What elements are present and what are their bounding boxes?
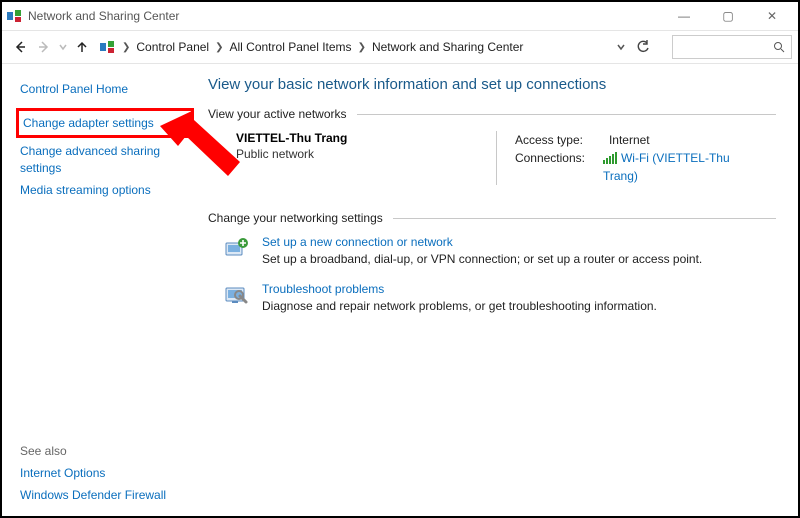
change-settings-label: Change your networking settings xyxy=(208,211,383,225)
wifi-signal-icon xyxy=(603,152,617,164)
minimize-button[interactable]: — xyxy=(662,2,706,30)
connections-label: Connections: xyxy=(515,149,593,185)
active-networks-heading: View your active networks xyxy=(208,107,776,121)
title-bar: Network and Sharing Center — ▢ ✕ xyxy=(2,2,798,30)
chevron-right-icon: ❯ xyxy=(120,42,132,53)
search-input[interactable] xyxy=(672,35,792,59)
connection-name: Wi-Fi (VIETTEL-Thu Trang) xyxy=(603,151,730,183)
toolbar: ❯ Control Panel ❯ All Control Panel Item… xyxy=(2,30,798,64)
forward-button[interactable] xyxy=(32,35,56,59)
chevron-right-icon: ❯ xyxy=(213,42,225,53)
app-icon xyxy=(6,8,22,24)
connection-link[interactable]: Wi-Fi (VIETTEL-Thu Trang) xyxy=(603,151,730,183)
page-title: View your basic network information and … xyxy=(208,76,776,93)
window-title: Network and Sharing Center xyxy=(28,9,662,23)
back-button[interactable] xyxy=(8,35,32,59)
see-also-firewall[interactable]: Windows Defender Firewall xyxy=(20,484,190,506)
settings-item-troubleshoot[interactable]: Troubleshoot problems Diagnose and repai… xyxy=(224,282,776,313)
network-type: Public network xyxy=(236,147,476,161)
up-button[interactable] xyxy=(70,35,94,59)
recent-dropdown[interactable] xyxy=(56,35,70,59)
see-also-internet-options[interactable]: Internet Options xyxy=(20,462,190,484)
breadcrumb[interactable]: ❯ Control Panel ❯ All Control Panel Item… xyxy=(120,40,523,54)
see-also-heading: See also xyxy=(20,440,190,462)
sidebar-item-media[interactable]: Media streaming options xyxy=(20,179,190,201)
breadcrumb-seg-2[interactable]: Network and Sharing Center xyxy=(372,40,523,54)
new-connection-icon xyxy=(224,235,250,261)
maximize-button[interactable]: ▢ xyxy=(706,2,750,30)
sidebar-home[interactable]: Control Panel Home xyxy=(20,78,190,100)
settings-item-desc: Diagnose and repair network problems, or… xyxy=(262,299,657,313)
access-type-value: Internet xyxy=(609,131,650,149)
annotation-highlight: Change adapter settings xyxy=(16,108,194,138)
search-icon xyxy=(773,41,785,53)
settings-item-title: Set up a new connection or network xyxy=(262,235,702,249)
active-networks-label: View your active networks xyxy=(208,107,347,121)
sidebar: Control Panel Home Change adapter settin… xyxy=(2,64,202,516)
network-name: VIETTEL-Thu Trang xyxy=(236,131,476,145)
sidebar-item-adapter[interactable]: Change adapter settings xyxy=(23,112,187,134)
main-content: View your basic network information and … xyxy=(202,64,798,516)
refresh-button[interactable] xyxy=(636,40,664,54)
chevron-right-icon: ❯ xyxy=(356,42,368,53)
vertical-divider xyxy=(496,131,497,185)
divider xyxy=(393,218,776,219)
breadcrumb-seg-0[interactable]: Control Panel xyxy=(136,40,209,54)
settings-item-title: Troubleshoot problems xyxy=(262,282,657,296)
breadcrumb-seg-1[interactable]: All Control Panel Items xyxy=(230,40,352,54)
change-settings-heading: Change your networking settings xyxy=(208,211,776,225)
settings-item-new-connection[interactable]: Set up a new connection or network Set u… xyxy=(224,235,776,266)
divider xyxy=(357,114,776,115)
active-network-row: VIETTEL-Thu Trang Public network Access … xyxy=(236,131,776,185)
breadcrumb-icon xyxy=(98,38,116,56)
address-dropdown[interactable] xyxy=(616,42,636,52)
close-button[interactable]: ✕ xyxy=(750,2,794,30)
troubleshoot-icon xyxy=(224,282,250,308)
access-type-label: Access type: xyxy=(515,131,599,149)
settings-item-desc: Set up a broadband, dial-up, or VPN conn… xyxy=(262,252,702,266)
sidebar-item-sharing[interactable]: Change advanced sharing settings xyxy=(20,140,190,178)
